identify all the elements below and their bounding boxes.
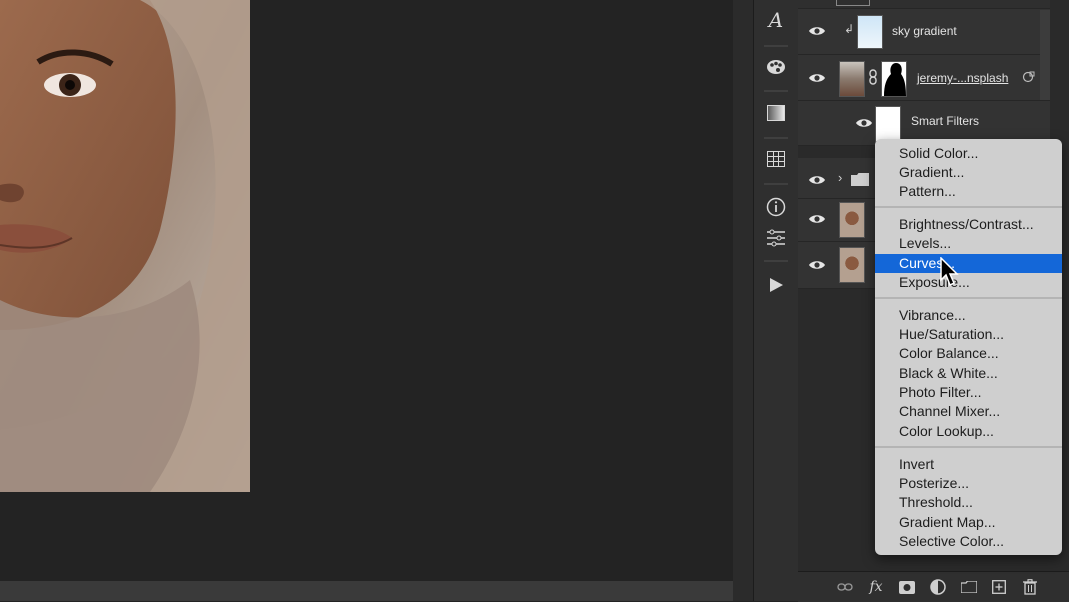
layer-name: sky gradient (892, 24, 957, 38)
visibility-eye-icon[interactable] (808, 213, 826, 225)
properties-sliders-icon[interactable] (762, 224, 790, 252)
menu-item-exposure[interactable]: Exposure... (875, 273, 1062, 292)
divider (764, 260, 788, 262)
menu-item-channel-mixer[interactable]: Channel Mixer... (875, 402, 1062, 421)
menu-divider (875, 297, 1062, 299)
layer-thumbnail (836, 0, 870, 6)
layer-thumbnail (839, 202, 865, 238)
mouse-pointer-icon (940, 257, 959, 287)
trash-delete-icon[interactable] (1021, 578, 1039, 596)
menu-item-pattern[interactable]: Pattern... (875, 182, 1062, 201)
link-layers-icon[interactable] (836, 578, 854, 596)
smart-object-thumbnail (839, 61, 865, 97)
visibility-eye-icon[interactable] (855, 117, 873, 129)
character-panel-icon[interactable]: A (762, 6, 790, 34)
panel-icon-strip: A (753, 0, 799, 601)
menu-divider (875, 206, 1062, 208)
layer-name: Smart Filters (911, 114, 980, 128)
divider (764, 45, 788, 47)
menu-item-color-lookup[interactable]: Color Lookup... (875, 422, 1062, 441)
menu-item-levels[interactable]: Levels... (875, 234, 1062, 253)
layer-mask-thumbnail[interactable] (881, 61, 907, 97)
menu-item-curves[interactable]: Curves... (875, 254, 1062, 273)
menu-item-gradient[interactable]: Gradient... (875, 163, 1062, 182)
menu-item-selective-color[interactable]: Selective Color... (875, 532, 1062, 551)
menu-item-black-white[interactable]: Black & White... (875, 364, 1062, 383)
menu-item-gradient-map[interactable]: Gradient Map... (875, 513, 1062, 532)
add-mask-icon[interactable] (898, 578, 916, 596)
menu-item-posterize[interactable]: Posterize... (875, 474, 1062, 493)
visibility-eye-icon[interactable] (808, 25, 826, 37)
new-layer-icon[interactable] (990, 578, 1008, 596)
menu-item-threshold[interactable]: Threshold... (875, 493, 1062, 512)
layer-row-sky-gradient[interactable]: ↲ sky gradient (798, 9, 1050, 55)
smart-object-badge-icon (1022, 71, 1035, 83)
swatches-palette-icon[interactable] (762, 53, 790, 81)
expand-chevron-icon[interactable]: › (838, 170, 842, 185)
filter-mask-thumbnail[interactable] (875, 106, 901, 142)
divider (764, 137, 788, 139)
link-chain-icon[interactable] (868, 69, 878, 85)
portrait-photo (0, 0, 250, 492)
menu-divider (875, 446, 1062, 448)
layers-scrollbar[interactable] (1040, 10, 1050, 100)
gradients-panel-icon[interactable] (762, 99, 790, 127)
new-group-folder-icon[interactable] (960, 578, 978, 596)
visibility-eye-icon[interactable] (808, 72, 826, 84)
canvas-gutter (733, 0, 753, 601)
folder-icon (851, 173, 869, 186)
menu-item-solid-color[interactable]: Solid Color... (875, 144, 1062, 163)
fx-layer-style-icon[interactable]: fx (867, 578, 885, 596)
layer-thumbnail (839, 247, 865, 283)
layer-thumbnail (857, 15, 883, 49)
divider (764, 90, 788, 92)
adjustment-layer-menu: Solid Color... Gradient... Pattern... Br… (875, 139, 1062, 555)
document-image[interactable] (0, 0, 250, 492)
layer-name: jeremy-...nsplash (917, 71, 1009, 85)
menu-item-vibrance[interactable]: Vibrance... (875, 306, 1062, 325)
adjustment-layer-icon[interactable] (929, 578, 947, 596)
menu-item-invert[interactable]: Invert (875, 455, 1062, 474)
play-actions-icon[interactable] (762, 271, 790, 299)
visibility-eye-icon[interactable] (808, 259, 826, 271)
canvas-area[interactable] (0, 0, 733, 601)
menu-item-brightness-contrast[interactable]: Brightness/Contrast... (875, 215, 1062, 234)
visibility-eye-icon[interactable] (808, 174, 826, 186)
layers-bottom-bar: fx (798, 571, 1069, 602)
table-grid-icon[interactable] (762, 145, 790, 173)
layer-row-jeremy[interactable]: jeremy-...nsplash ⌃ (798, 55, 1050, 101)
layer-row-partial[interactable] (798, 0, 1050, 9)
menu-item-color-balance[interactable]: Color Balance... (875, 344, 1062, 363)
divider (764, 183, 788, 185)
menu-item-photo-filter[interactable]: Photo Filter... (875, 383, 1062, 402)
menu-item-hue-saturation[interactable]: Hue/Saturation... (875, 325, 1062, 344)
clipping-arrow-icon: ↲ (844, 22, 855, 36)
info-icon[interactable] (762, 193, 790, 221)
canvas-horizontal-scrollbar[interactable] (0, 581, 733, 601)
